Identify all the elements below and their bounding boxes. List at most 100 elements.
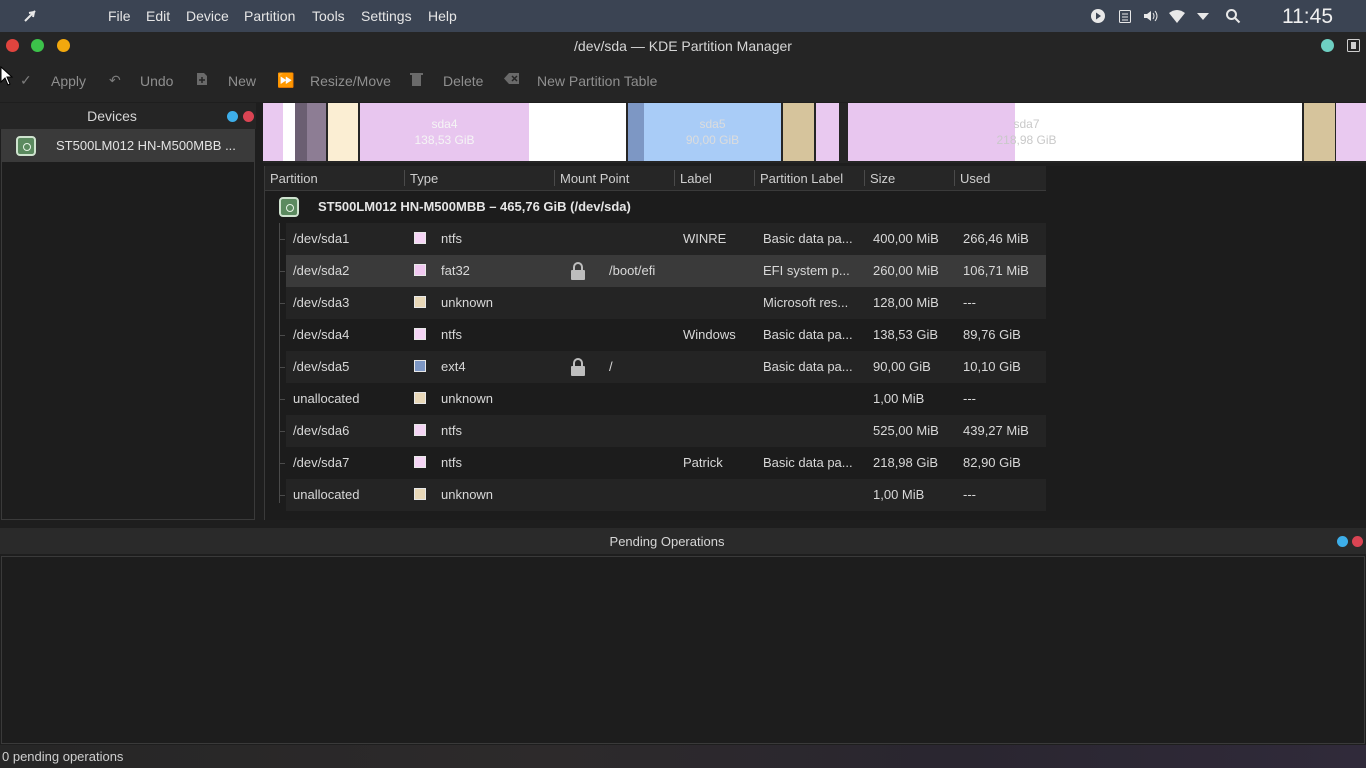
app-launcher-icon[interactable]: [22, 8, 38, 24]
partition-used: 106,71 MiB: [963, 263, 1029, 278]
table-row[interactable]: /dev/sda2 fat32/boot/efi EFI system p... 26…: [279, 255, 1046, 287]
segment-sda1[interactable]: [263, 103, 283, 161]
segment-sda3[interactable]: [328, 103, 358, 161]
new-button[interactable]: New: [228, 73, 256, 89]
segment-unallocated-2[interactable]: [1304, 103, 1335, 161]
hard-disk-icon: [279, 197, 299, 217]
table-header: Partition Type Mount Point Label Partiti…: [265, 166, 1046, 191]
partition-name: /dev/sda3: [293, 295, 350, 310]
media-play-icon[interactable]: [1090, 8, 1106, 24]
menu-tools[interactable]: Tools: [312, 8, 345, 24]
fs-label: WINRE: [683, 231, 727, 246]
mount-point: /: [609, 359, 613, 374]
header-label[interactable]: Label: [680, 171, 712, 186]
filesystem-type: fat32: [441, 263, 470, 278]
menu-partition[interactable]: Partition: [244, 8, 295, 24]
search-icon[interactable]: [1225, 8, 1241, 24]
partition-used: 10,10 GiB: [963, 359, 1021, 374]
dropdown-arrow-icon[interactable]: [1195, 8, 1211, 24]
filesystem-type: ntfs: [441, 423, 462, 438]
pending-operations-list: [1, 556, 1365, 744]
clipboard-icon[interactable]: [1117, 8, 1133, 24]
partition-label: Basic data pa...: [763, 231, 853, 246]
menu-help[interactable]: Help: [428, 8, 457, 24]
table-row[interactable]: unallocated unknown 1,00 MiB ---: [279, 383, 1046, 415]
partition-name: unallocated: [293, 487, 360, 502]
partition-graph: sda4 138,53 GiB sda5 90,00 GiB sda7 218,…: [263, 103, 1366, 163]
header-type[interactable]: Type: [410, 171, 438, 186]
float-panel-button[interactable]: [227, 111, 238, 122]
menu-device[interactable]: Device: [186, 8, 229, 24]
segment-sda4-size: 138,53 GiB: [414, 133, 475, 147]
undo-icon: ↶: [109, 72, 121, 88]
device-label: ST500LM012 HN-M500MBB ...: [56, 138, 236, 153]
filesystem-color-swatch: [414, 360, 426, 372]
menu-edit[interactable]: Edit: [146, 8, 170, 24]
filesystem-color-swatch: [414, 296, 426, 308]
table-row[interactable]: /dev/sda3 unknown Microsoft res... 128,00 M…: [279, 287, 1046, 319]
partition-name: /dev/sda1: [293, 231, 350, 246]
header-partition-label[interactable]: Partition Label: [760, 171, 843, 186]
menu-file[interactable]: File: [108, 8, 131, 24]
new-partition-table-icon: [504, 72, 520, 88]
pending-panel-header: Pending Operations: [0, 528, 1366, 554]
window-title: /dev/sda — KDE Partition Manager: [574, 38, 792, 54]
segment-sda2[interactable]: [295, 103, 307, 161]
partition-name: /dev/sda2: [293, 263, 350, 278]
header-mount-point[interactable]: Mount Point: [560, 171, 629, 186]
table-row[interactable]: /dev/sda7 ntfs Patrick Basic data pa... 218,…: [279, 447, 1046, 479]
float-panel-button[interactable]: [1337, 536, 1348, 547]
app-menu-icon[interactable]: [1347, 39, 1360, 52]
device-item[interactable]: ST500LM012 HN-M500MBB ...: [2, 130, 254, 162]
table-row[interactable]: /dev/sda6 ntfs 525,00 MiB 439,27 MiB: [279, 415, 1046, 447]
new-icon: [196, 72, 208, 89]
table-row[interactable]: /dev/sda5 ext4 / Basic data pa... 90,00 GiB 1…: [279, 351, 1046, 383]
device-row[interactable]: ST500LM012 HN-M500MBB – 465,76 GiB (/dev…: [265, 191, 1046, 223]
partition-used: 89,76 GiB: [963, 327, 1021, 342]
filesystem-color-swatch: [414, 328, 426, 340]
fs-label: Patrick: [683, 455, 723, 470]
header-used[interactable]: Used: [960, 171, 990, 186]
segment-sda4-free: [529, 103, 626, 161]
new-partition-table-button[interactable]: New Partition Table: [537, 73, 657, 89]
filesystem-type: ntfs: [441, 327, 462, 342]
mount-point: /boot/efi: [609, 263, 656, 278]
filesystem-type: ext4: [441, 359, 466, 374]
window-titlebar: /dev/sda — KDE Partition Manager: [0, 32, 1366, 60]
close-panel-button[interactable]: [243, 111, 254, 122]
table-row[interactable]: /dev/sda1 ntfs WINRE Basic data pa... 400,00…: [279, 223, 1046, 255]
lock-icon: [570, 262, 586, 280]
partition-label: Basic data pa...: [763, 359, 853, 374]
segment-sda7-size: 218,98 GiB: [996, 133, 1057, 147]
delete-button[interactable]: Delete: [443, 73, 483, 89]
volume-icon[interactable]: [1142, 8, 1158, 24]
devices-panel-header: Devices: [0, 103, 256, 129]
filesystem-type: unknown: [441, 295, 494, 310]
clock[interactable]: 11:45: [1282, 5, 1333, 29]
partition-size: 525,00 MiB: [873, 423, 939, 438]
resize-move-icon: ⏩: [277, 72, 295, 88]
header-size[interactable]: Size: [870, 171, 895, 186]
table-row[interactable]: /dev/sda4 ntfs Windows Basic data pa... 138,…: [279, 319, 1046, 351]
partition-name: /dev/sda5: [293, 359, 350, 374]
wifi-icon[interactable]: [1168, 8, 1185, 24]
filesystem-type: ntfs: [441, 231, 462, 246]
segment-sda4[interactable]: sda4 138,53 GiB: [360, 103, 529, 161]
header-partition[interactable]: Partition: [270, 171, 318, 186]
undo-button[interactable]: Undo: [140, 73, 173, 89]
fs-label: Windows: [683, 327, 736, 342]
table-row[interactable]: unallocated unknown 1,00 MiB ---: [279, 479, 1046, 511]
resize-move-button[interactable]: Resize/Move: [310, 73, 391, 89]
segment-sda5-used: [628, 103, 644, 161]
filesystem-color-swatch: [414, 456, 426, 468]
close-panel-button[interactable]: [1352, 536, 1363, 547]
apply-button[interactable]: Apply: [51, 73, 86, 89]
partition-table: Partition Type Mount Point Label Partiti…: [264, 166, 1366, 520]
partition-name: /dev/sda4: [293, 327, 350, 342]
keep-above-button[interactable]: [1321, 39, 1334, 52]
partition-label: Basic data pa...: [763, 327, 853, 342]
partition-name: /dev/sda6: [293, 423, 350, 438]
partition-size: 90,00 GiB: [873, 359, 931, 374]
menu-settings[interactable]: Settings: [361, 8, 412, 24]
pending-count: 0 pending operations: [2, 749, 124, 764]
